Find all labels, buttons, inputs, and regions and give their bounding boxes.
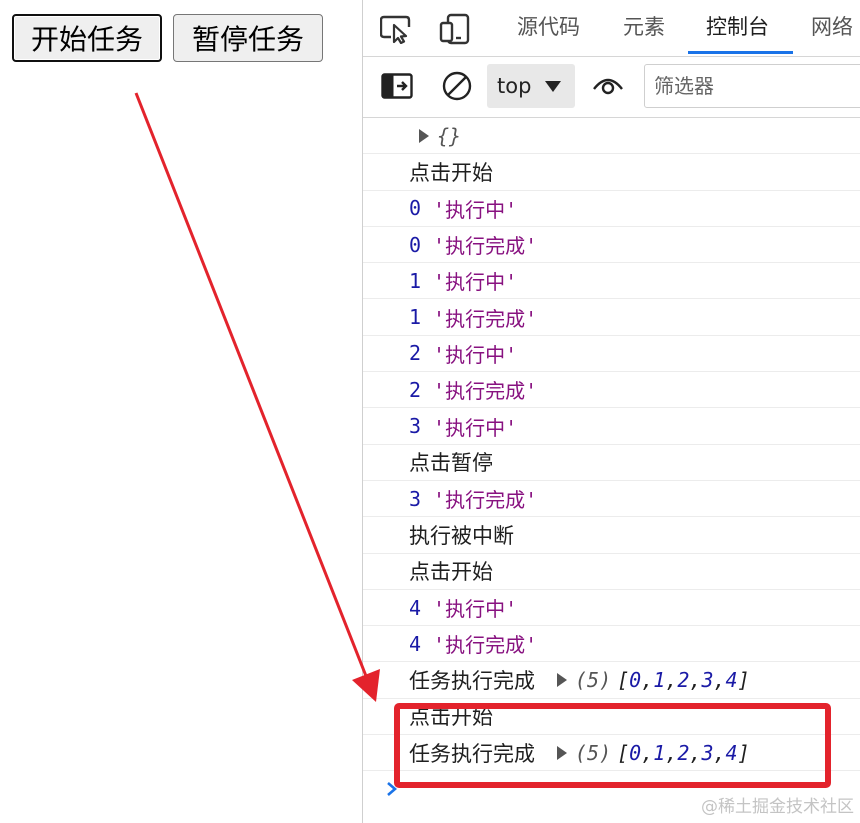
dropdown-arrow-icon [545,80,562,92]
array-item: 2 [677,668,690,693]
console-row: 4 '执行中' [363,590,860,627]
expand-triangle-icon[interactable] [419,128,429,143]
array-preview[interactable]: (5)[0, 1, 2, 3, 4] [557,741,750,765]
devtools-panel: 源代码 元素 控制台 网络 top 筛选器 {} 点击开始 0 '执行中' 0 … [362,0,860,823]
object-preview: {} [437,123,462,148]
console-row: 点击暂停 [363,445,860,481]
active-tab-indicator [688,51,793,54]
array-item: 1 [653,740,666,765]
console-number: 3 [409,414,422,439]
console-row: 3 '执行完成' [363,481,860,518]
context-selector[interactable]: top [487,64,575,108]
console-string: '执行中' [433,270,518,295]
array-open-bracket: [ [617,668,630,693]
console-row: 点击开始 [363,554,860,590]
inspect-element-icon[interactable] [379,12,413,46]
array-separator: , [665,740,678,765]
live-expression-eye-icon[interactable] [591,69,625,103]
console-string: '执行完成' [433,633,538,658]
array-item: 4 [725,740,738,765]
expand-triangle-icon[interactable] [557,673,567,688]
console-row: 1 '执行完成' [363,299,860,336]
array-close-bracket: ] [737,740,750,765]
clear-console-icon[interactable] [440,69,474,103]
console-row: 点击开始 [363,154,860,191]
console-number: 0 [409,232,422,257]
console-row-object[interactable]: {} [363,118,860,155]
context-value: top [497,74,532,98]
console-number: 2 [409,377,422,402]
console-row: 4 '执行完成' [363,626,860,663]
console-message: 点击开始 [409,160,493,185]
tab-console[interactable]: 控制台 [706,0,769,54]
watermark: @稀土掘金技术社区 [701,797,854,817]
array-item: 4 [725,668,738,693]
console-row: 点击开始 [363,699,860,736]
start-task-button[interactable]: 开始任务 [12,14,162,62]
prompt-chevron-icon [387,782,397,797]
console-message: 点击开始 [409,560,493,585]
console-output: {} 点击开始 0 '执行中' 0 '执行完成' 1 '执行中' 1 '执行完成' 2 '执行中' 2… [363,118,860,807]
console-message: 执行被中断 [409,523,514,548]
array-item: 2 [677,740,690,765]
devtools-tabbar: 源代码 元素 控制台 网络 [363,0,860,57]
console-number: 4 [409,595,422,620]
array-separator: , [689,668,702,693]
array-close-bracket: ] [737,668,750,693]
console-string: '执行中' [433,197,518,222]
console-toolbar: top [363,57,860,118]
array-separator: , [641,668,654,693]
console-string: '执行中' [433,415,518,440]
array-open-bracket: [ [617,740,630,765]
console-string: '执行完成' [433,306,538,331]
array-item: 0 [629,740,642,765]
tab-network[interactable]: 网络 [811,0,853,54]
console-row: 0 '执行中' [363,191,860,227]
tab-sources[interactable]: 源代码 [517,0,580,54]
console-message: 点击暂停 [409,451,493,476]
console-number: 3 [409,486,422,511]
device-toolbar-icon[interactable] [439,12,473,46]
tab-elements[interactable]: 元素 [623,0,665,54]
console-message: 任务执行完成 [409,741,535,766]
array-item: 3 [701,740,714,765]
array-separator: , [665,668,678,693]
console-row: 2 '执行完成' [363,372,860,409]
console-string: '执行中' [433,342,518,367]
console-row: 2 '执行中' [363,336,860,373]
console-row: 1 '执行中' [363,263,860,300]
array-item: 3 [701,668,714,693]
console-row: 任务执行完成 (5)[0, 1, 2, 3, 4] [363,662,860,699]
array-item: 0 [629,668,642,693]
console-number: 2 [409,341,422,366]
console-number: 1 [409,305,422,330]
array-length: (5) [575,668,612,693]
console-row: 3 '执行中' [363,408,860,445]
array-preview[interactable]: (5)[0, 1, 2, 3, 4] [557,668,750,692]
array-separator: , [713,668,726,693]
console-row: 0 '执行完成' [363,227,860,264]
console-message: 任务执行完成 [409,669,535,694]
expand-triangle-icon[interactable] [557,745,567,760]
sidebar-toggle-icon[interactable] [380,69,414,103]
array-item: 1 [653,668,666,693]
console-row: 执行被中断 [363,517,860,554]
console-row: 任务执行完成 (5)[0, 1, 2, 3, 4] [363,735,860,772]
array-separator: , [713,740,726,765]
console-string: '执行完成' [433,234,538,259]
console-number: 4 [409,631,422,656]
console-number: 0 [409,196,422,221]
console-string: '执行完成' [433,488,538,513]
array-separator: , [689,740,702,765]
pause-task-button[interactable]: 暂停任务 [173,14,323,62]
array-separator: , [641,740,654,765]
console-message: 点击开始 [409,705,493,730]
console-string: '执行中' [433,597,518,621]
array-length: (5) [575,740,612,765]
console-number: 1 [409,268,422,293]
filter-input[interactable] [644,64,860,108]
console-string: '执行完成' [433,379,538,404]
